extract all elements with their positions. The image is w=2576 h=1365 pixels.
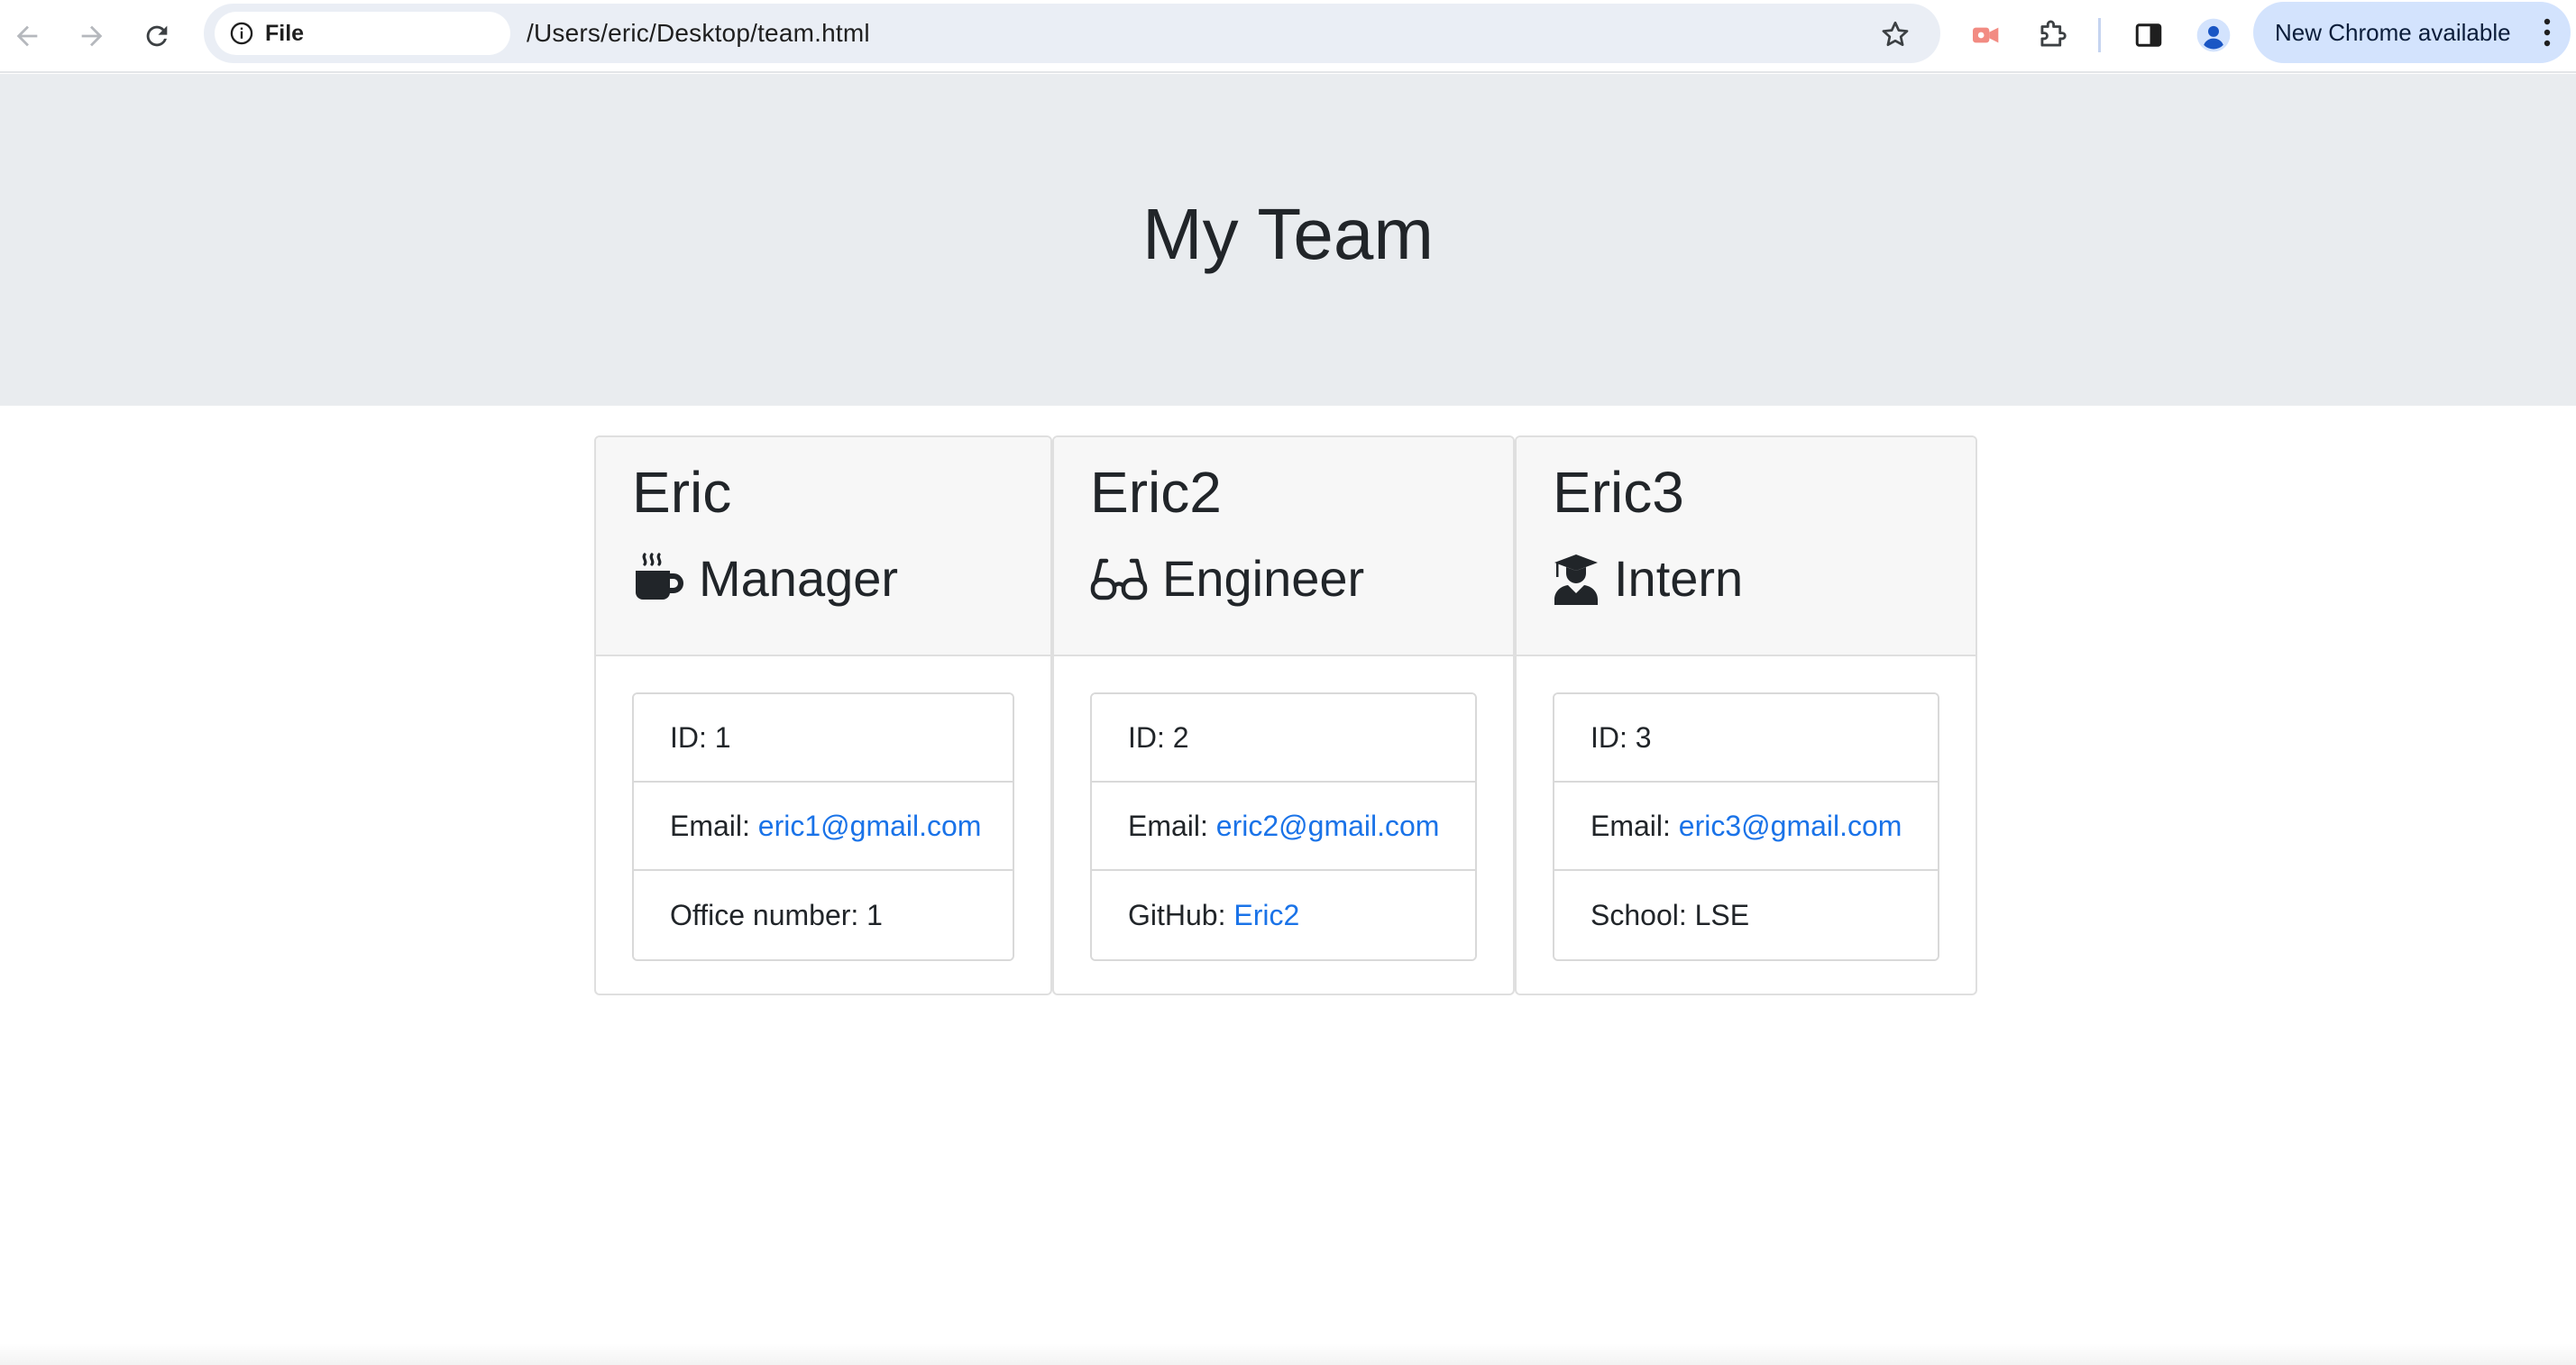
window-bottom-shadow xyxy=(0,1343,2576,1365)
list-item-id: ID: 3 xyxy=(1554,694,1938,783)
reload-icon xyxy=(146,25,168,47)
reload-button[interactable] xyxy=(132,11,182,61)
bookmark-star-button[interactable] xyxy=(1875,14,1915,54)
employee-role: Manager xyxy=(632,549,898,608)
arrow-left-icon xyxy=(16,25,38,47)
card-header: Eric Manager xyxy=(596,437,1050,656)
toolbar-divider xyxy=(2098,18,2101,52)
page-header: My Team xyxy=(0,74,2576,406)
extensions-button[interactable] xyxy=(2030,13,2075,58)
employee-details: ID: 1 Email: eric1@gmail.com Office numb… xyxy=(632,692,1014,961)
info-icon xyxy=(230,22,253,45)
site-info-label: File xyxy=(265,20,305,46)
avatar-icon xyxy=(2196,18,2231,52)
side-panel-icon xyxy=(2135,23,2162,47)
back-button[interactable] xyxy=(2,11,52,61)
employee-name: Eric2 xyxy=(1090,460,1222,525)
employee-role: Intern xyxy=(1553,549,1743,608)
puzzle-piece-icon xyxy=(2040,20,2067,47)
star-icon xyxy=(1882,21,1909,47)
card-header: Eric2 Engineer xyxy=(1054,437,1513,656)
list-item-email: Email: eric2@gmail.com xyxy=(1092,783,1475,871)
role-label: Intern xyxy=(1614,550,1744,607)
extension-record-button[interactable] xyxy=(1964,13,2009,58)
employee-card-manager: Eric Manager ID: 1 Email: eric1@gmail.co… xyxy=(594,435,1052,995)
list-item-github: GitHub: Eric2 xyxy=(1092,871,1475,959)
new-chrome-available-button[interactable]: New Chrome available xyxy=(2253,2,2571,63)
email-link[interactable]: eric2@gmail.com xyxy=(1216,810,1440,843)
list-item-id: ID: 2 xyxy=(1092,694,1475,783)
more-vert-icon[interactable] xyxy=(2544,18,2551,47)
list-item-school: School: LSE xyxy=(1554,871,1938,959)
url-text: /Users/eric/Desktop/team.html xyxy=(527,19,870,47)
profile-button[interactable] xyxy=(2191,13,2236,58)
employee-card-intern: Eric3 Intern ID: 3 Email: eric3@gmail.co… xyxy=(1515,435,1977,995)
github-link[interactable]: Eric2 xyxy=(1233,899,1299,932)
update-label: New Chrome available xyxy=(2275,18,2511,46)
employee-name: Eric3 xyxy=(1553,460,1684,525)
role-label: Manager xyxy=(699,550,899,607)
list-item-email: Email: eric3@gmail.com xyxy=(1554,783,1938,871)
glasses-icon xyxy=(1090,555,1148,602)
role-label: Engineer xyxy=(1162,550,1365,607)
side-panel-button[interactable] xyxy=(2126,13,2171,58)
address-bar[interactable]: File /Users/eric/Desktop/team.html xyxy=(204,4,1940,63)
site-info-chip[interactable]: File xyxy=(215,12,510,55)
arrow-right-icon xyxy=(81,25,103,47)
email-link[interactable]: eric3@gmail.com xyxy=(1679,810,1902,843)
employee-card-engineer: Eric2 Engineer ID: 2 Email: eric2@gmail.… xyxy=(1052,435,1515,995)
graduate-icon xyxy=(1553,553,1600,605)
browser-toolbar: File /Users/eric/Desktop/team.html New C… xyxy=(0,0,2576,73)
list-item-id: ID: 1 xyxy=(634,694,1013,783)
coffee-mug-icon xyxy=(632,552,684,605)
card-header: Eric3 Intern xyxy=(1517,437,1976,656)
employee-details: ID: 3 Email: eric3@gmail.com School: LSE xyxy=(1553,692,1939,961)
employee-name: Eric xyxy=(632,460,732,525)
employee-role: Engineer xyxy=(1090,549,1364,608)
list-item-email: Email: eric1@gmail.com xyxy=(634,783,1013,871)
page-title: My Team xyxy=(1141,194,1435,274)
forward-button[interactable] xyxy=(67,11,117,61)
employee-details: ID: 2 Email: eric2@gmail.com GitHub: Eri… xyxy=(1090,692,1477,961)
email-link[interactable]: eric1@gmail.com xyxy=(758,810,982,843)
record-extension-icon xyxy=(1973,27,1999,43)
list-item-office-number: Office number: 1 xyxy=(634,871,1013,959)
